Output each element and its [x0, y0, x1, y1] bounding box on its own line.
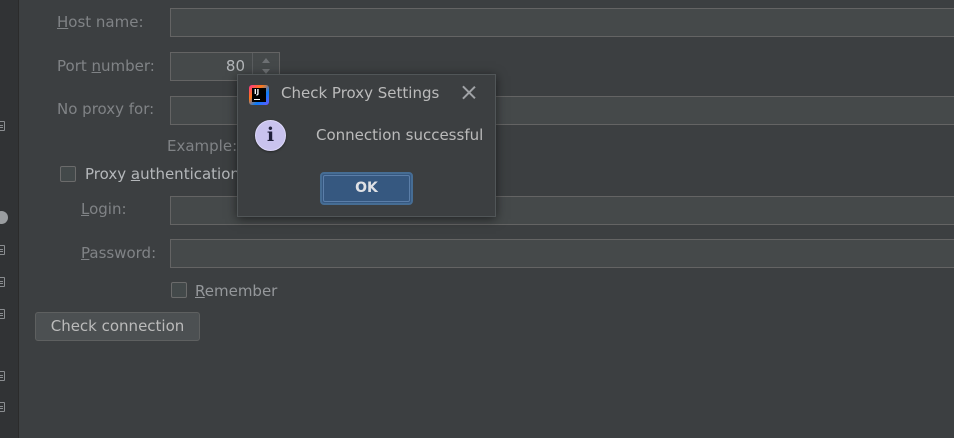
dialog-message: Connection successful	[316, 126, 484, 144]
proxy-auth-checkbox[interactable]	[60, 166, 76, 182]
close-icon[interactable]	[461, 84, 477, 100]
remember-label: Remember	[195, 282, 278, 300]
no-proxy-label: No proxy for:	[57, 100, 155, 118]
intellij-icon-text: IJ	[252, 88, 266, 102]
info-glyph: i	[266, 124, 275, 146]
password-label: Password:	[81, 244, 157, 262]
host-name-field[interactable]	[170, 8, 954, 37]
file-icon[interactable]	[0, 402, 5, 412]
dialog-title: Check Proxy Settings	[281, 84, 440, 102]
file-icon[interactable]	[0, 371, 5, 381]
check-proxy-dialog: IJ Check Proxy Settings i Connection suc…	[237, 74, 496, 217]
arrow-up-icon[interactable]	[262, 58, 270, 63]
login-label: Login:	[81, 200, 127, 218]
check-connection-button[interactable]: Check connection	[35, 312, 200, 341]
ok-button[interactable]: OK	[320, 172, 413, 205]
file-icon[interactable]	[0, 277, 5, 287]
ok-button-label: OK	[323, 175, 410, 202]
port-number-label: Port number:	[57, 57, 155, 75]
intellij-icon: IJ	[249, 85, 269, 105]
file-icon[interactable]	[0, 309, 5, 319]
example-label: Example:	[167, 137, 238, 155]
file-icon[interactable]	[0, 245, 5, 255]
proxy-settings-page: Host name: Port number: 80 No proxy for:…	[0, 0, 954, 438]
port-number-value: 80	[225, 57, 245, 75]
info-icon: i	[255, 120, 286, 151]
password-field[interactable]	[170, 239, 954, 268]
remember-checkbox[interactable]	[171, 282, 187, 298]
badge-icon	[0, 211, 8, 224]
host-name-label: Host name:	[57, 13, 144, 31]
file-icon[interactable]	[0, 121, 5, 131]
proxy-auth-label: Proxy authentication	[85, 165, 240, 183]
left-gutter	[0, 0, 19, 438]
